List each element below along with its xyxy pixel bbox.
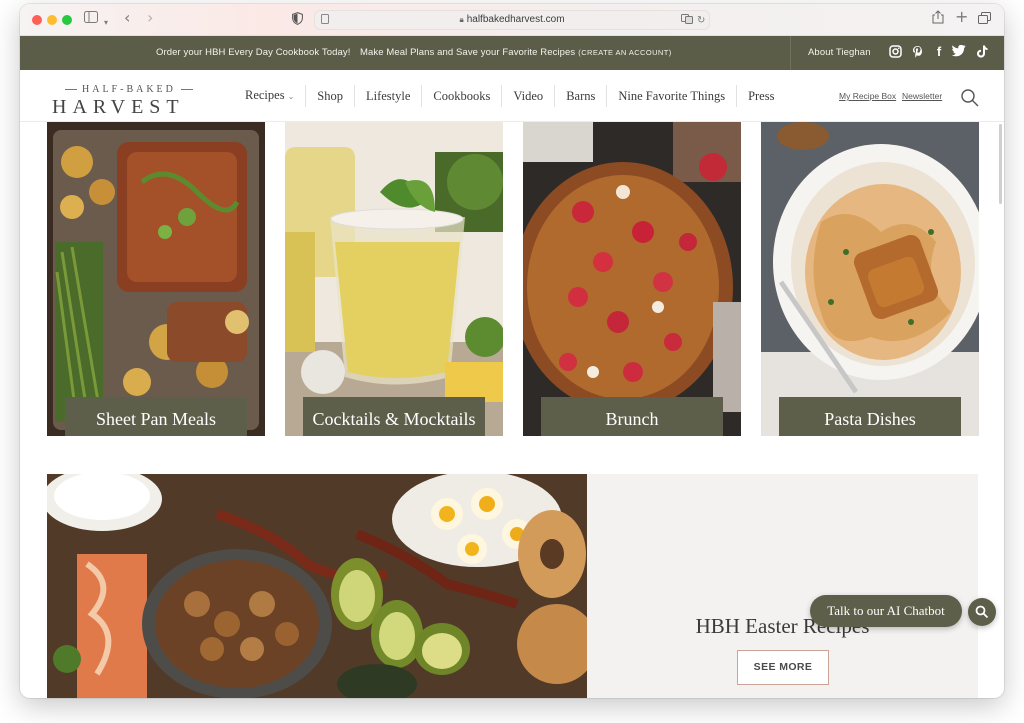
privacy-shield-icon[interactable] — [292, 12, 303, 31]
sheet-pan-meals-image — [47, 122, 265, 436]
floating-search-button[interactable] — [968, 598, 996, 626]
pasta-dishes-image — [761, 122, 979, 436]
tile-label: Cocktails & Mocktails — [303, 397, 485, 436]
browser-window: ▾ ‹ › 🔒︎ halfbakedharvest.com ↻ + Order … — [20, 4, 1004, 698]
lock-icon: 🔒︎ — [459, 15, 464, 24]
promo-divider — [790, 36, 791, 70]
address-bar[interactable]: 🔒︎ halfbakedharvest.com ↻ — [314, 10, 710, 30]
nav-item-recipes[interactable]: Recipes ⌄ — [234, 84, 305, 108]
url-text: 🔒︎ halfbakedharvest.com — [459, 14, 565, 25]
site-header: HALF-BAKED HARVEST Recipes ⌄ Shop Lifesty… — [20, 70, 1004, 122]
create-account-link[interactable]: (CREATE AN ACCOUNT) — [578, 48, 671, 57]
close-window-button[interactable] — [32, 15, 42, 25]
cocktails-image — [285, 122, 503, 436]
easter-spread-image — [47, 474, 587, 698]
chevron-right-icon[interactable]: › — [147, 9, 153, 27]
reload-icon[interactable]: ↻ — [697, 12, 705, 30]
newsletter-link[interactable]: Newsletter — [902, 91, 942, 101]
page-scrollbar[interactable] — [999, 124, 1002, 204]
twitter-icon[interactable] — [951, 44, 966, 59]
search-icon[interactable] — [960, 88, 982, 110]
nav-item-nine-favorite-things[interactable]: Nine Favorite Things — [606, 85, 736, 107]
meal-plans-link[interactable]: Make Meal Plans and Save your Favorite R… — [360, 47, 672, 58]
nav-item-barns[interactable]: Barns — [554, 85, 606, 107]
chevron-left-icon[interactable]: ‹ — [124, 9, 130, 27]
easter-recipes-panel: HBH Easter Recipes SEE MORE — [587, 474, 978, 698]
category-tile-cocktails-mocktails[interactable]: Cocktails & Mocktails — [285, 122, 503, 436]
zoom-window-button[interactable] — [62, 15, 72, 25]
nav-item-shop[interactable]: Shop — [305, 85, 354, 107]
nav-item-cookbooks[interactable]: Cookbooks — [421, 85, 501, 107]
translate-icon[interactable] — [681, 13, 693, 31]
easter-recipes-image[interactable] — [47, 474, 587, 698]
nav-item-press[interactable]: Press — [736, 85, 785, 107]
promo-banner: Order your HBH Every Day Cookbook Today!… — [20, 36, 1004, 70]
main-nav: Recipes ⌄ Shop Lifestyle Cookbooks Video … — [234, 70, 785, 122]
about-tieghan-link[interactable]: About Tieghan — [808, 47, 871, 58]
tiktok-icon[interactable] — [975, 45, 989, 59]
tab-overview-icon[interactable] — [978, 12, 991, 30]
meal-plans-text: Make Meal Plans and Save your Favorite R… — [360, 47, 576, 58]
search-icon — [975, 605, 989, 624]
browser-toolbar: ▾ ‹ › 🔒︎ halfbakedharvest.com ↻ + — [20, 4, 1004, 36]
instagram-icon[interactable] — [888, 45, 902, 59]
nav-item-video[interactable]: Video — [501, 85, 554, 107]
nav-item-lifestyle[interactable]: Lifestyle — [353, 85, 421, 107]
logo-subtitle: HALF-BAKED — [60, 84, 198, 95]
minimize-window-button[interactable] — [47, 15, 57, 25]
category-tile-brunch[interactable]: Brunch — [523, 122, 741, 436]
new-tab-icon[interactable]: + — [955, 8, 968, 26]
category-tile-pasta-dishes[interactable]: Pasta Dishes — [761, 122, 979, 436]
ai-chatbot-button[interactable]: Talk to our AI Chatbot — [810, 595, 962, 627]
category-tile-sheet-pan-meals[interactable]: Sheet Pan Meals — [47, 122, 265, 436]
see-more-button[interactable]: SEE MORE — [737, 650, 829, 685]
chevron-down-icon[interactable]: ▾ — [104, 14, 108, 32]
tile-label: Sheet Pan Meals — [65, 397, 247, 436]
brunch-image — [523, 122, 741, 436]
tile-label: Brunch — [541, 397, 723, 436]
chevron-down-icon: ⌄ — [287, 92, 295, 101]
share-icon[interactable] — [932, 10, 944, 30]
pinterest-icon[interactable] — [910, 45, 924, 59]
facebook-icon[interactable]: f — [932, 45, 946, 59]
cookbook-promo-link[interactable]: Order your HBH Every Day Cookbook Today! — [156, 47, 350, 58]
sidebar-toggle-icon[interactable] — [84, 11, 98, 29]
recipe-box-link[interactable]: My Recipe Box — [839, 91, 896, 101]
tile-label: Pasta Dishes — [779, 397, 961, 436]
logo-title: HARVEST — [52, 96, 185, 118]
